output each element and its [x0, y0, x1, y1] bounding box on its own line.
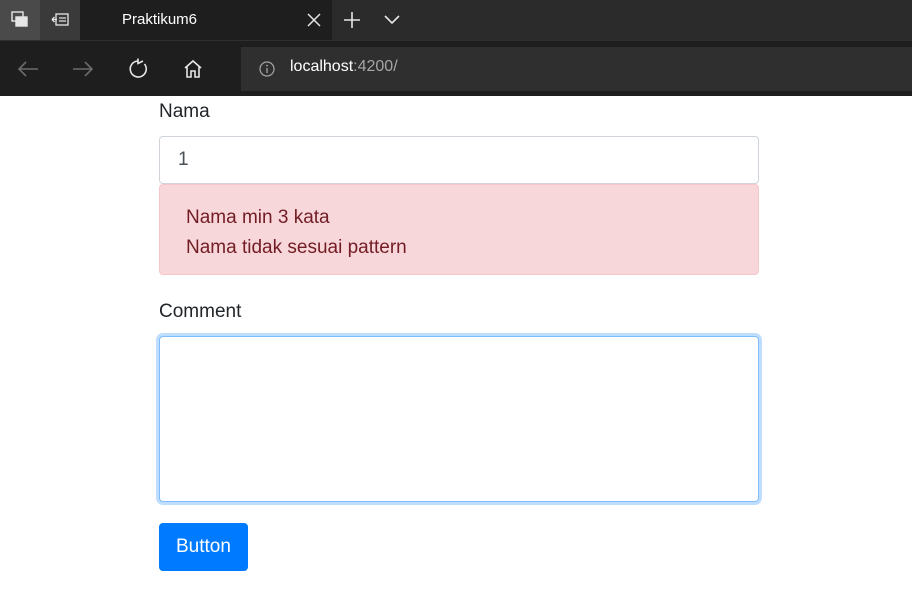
- comment-label: Comment: [159, 301, 242, 322]
- url-host: localhost: [290, 58, 354, 75]
- forward-button[interactable]: [69, 55, 97, 83]
- tab-manager-button[interactable]: [0, 0, 40, 40]
- submit-button[interactable]: Button: [159, 523, 248, 571]
- tab-manager-icon: [11, 11, 29, 29]
- home-button[interactable]: [179, 55, 207, 83]
- info-icon: [259, 61, 275, 77]
- browser-nav-bar: localhost:4200/: [0, 40, 912, 96]
- browser-tab[interactable]: Praktikum6: [80, 0, 332, 40]
- address-bar[interactable]: localhost:4200/: [241, 47, 912, 91]
- nama-input[interactable]: 1: [159, 136, 759, 184]
- error-message: Nama min 3 kata: [186, 207, 330, 228]
- nama-label: Nama: [159, 101, 210, 122]
- url-port: :4200/: [353, 58, 398, 75]
- browser-tab-bar: Praktikum6: [0, 0, 912, 40]
- tab-close-button[interactable]: [304, 10, 324, 30]
- close-icon: [307, 13, 321, 27]
- arrow-right-icon: [73, 61, 94, 77]
- nama-error-alert: Nama min 3 kata Nama tidak sesuai patter…: [159, 184, 759, 275]
- plus-icon: [344, 12, 360, 28]
- set-aside-icon: [51, 12, 69, 28]
- error-message: Nama tidak sesuai pattern: [186, 237, 407, 258]
- chevron-down-icon: [384, 15, 400, 25]
- comment-textarea[interactable]: [159, 336, 759, 502]
- refresh-button[interactable]: [124, 55, 152, 83]
- nama-input-value: 1: [178, 149, 189, 170]
- back-button[interactable]: [14, 55, 42, 83]
- arrow-left-icon: [17, 61, 38, 77]
- refresh-icon: [129, 58, 148, 78]
- tab-title: Praktikum6: [122, 11, 198, 28]
- home-icon: [184, 59, 202, 78]
- url-text: localhost:4200/: [290, 58, 398, 76]
- set-aside-tabs-button[interactable]: [40, 0, 80, 40]
- new-tab-button[interactable]: [336, 8, 368, 32]
- tab-preview-menu-button[interactable]: [376, 8, 408, 32]
